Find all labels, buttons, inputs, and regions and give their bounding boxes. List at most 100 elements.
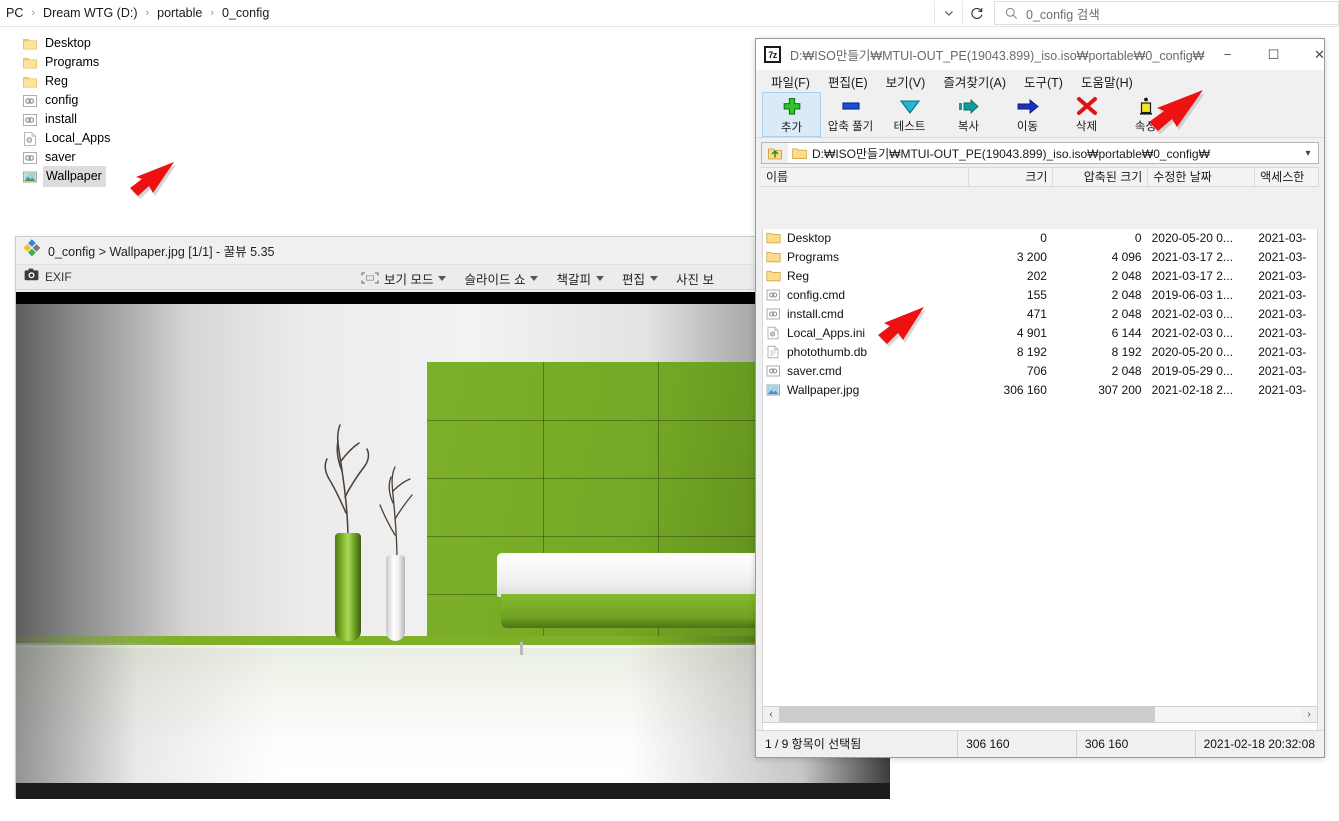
image-letterbox-bottom — [16, 783, 890, 799]
up-folder-icon[interactable] — [762, 143, 788, 163]
cmd-file-icon — [22, 112, 38, 128]
list-item[interactable]: Reg — [0, 72, 300, 91]
row-packed-size: 2 048 — [1111, 364, 1142, 378]
breadcrumb[interactable]: PC › Dream WTG (D:) › portable › 0_confi… — [0, 1, 273, 25]
bookmark-label: 책갈피 — [556, 272, 591, 287]
move-arrow-icon — [1015, 95, 1041, 117]
column-header-size[interactable]: 크기 — [969, 168, 1054, 186]
view-mode-button[interactable]: 보기 모드 — [361, 269, 447, 288]
scrollbar-track[interactable] — [779, 707, 1301, 722]
row-packed-size: 4 096 — [1111, 250, 1142, 264]
column-header-packed-size[interactable]: 압축된 크기 — [1053, 168, 1149, 186]
menu-item-edit[interactable]: 편집(E) — [819, 70, 877, 93]
row-name-cell: photothumb.db — [763, 343, 967, 362]
status-timestamp: 2021-02-18 20:32:08 — [1203, 736, 1315, 751]
refresh-icon[interactable] — [962, 1, 990, 25]
folder-icon — [766, 231, 782, 247]
address-bar-empty-space[interactable] — [273, 1, 934, 25]
list-item-wallpaper-selected[interactable]: Wallpaper — [0, 166, 300, 187]
menu-item-favorites[interactable]: 즐겨찾기(A) — [934, 70, 1015, 93]
row-name-cell: saver.cmd — [763, 362, 967, 381]
extract-button[interactable]: 압축 풀기 — [821, 92, 880, 137]
image-file-icon — [766, 383, 782, 399]
cmd-file-icon — [766, 288, 782, 304]
row-modified: 2021-03-17 2... — [1151, 269, 1233, 283]
move-button[interactable]: 이동 — [998, 92, 1057, 137]
breadcrumb-item-pc[interactable]: PC — [2, 4, 27, 22]
properties-button[interactable]: 속성 — [1116, 92, 1175, 137]
cmd-file-icon — [22, 150, 38, 166]
row-size: 202 — [1026, 269, 1047, 283]
folder-icon — [766, 250, 782, 266]
list-item[interactable]: install — [0, 110, 300, 129]
column-header-name[interactable]: 이름 — [761, 168, 969, 186]
list-item[interactable]: Programs — [0, 53, 300, 72]
menu-item-help[interactable]: 도움말(H) — [1072, 70, 1142, 93]
row-size: 706 — [1026, 364, 1047, 378]
table-row-wallpaper[interactable]: Wallpaper.jpg 306 160 307 200 2021-02-18… — [763, 381, 1317, 400]
row-modified: 2021-02-03 0... — [1151, 307, 1233, 321]
table-row[interactable]: Programs 3 200 4 096 2021-03-17 2... 202… — [763, 248, 1317, 267]
7z-icon: 7z — [764, 46, 781, 63]
menu-item-tools[interactable]: 도구(T) — [1015, 70, 1072, 93]
column-header-modified[interactable]: 수정한 날짜 — [1148, 168, 1256, 186]
table-row[interactable]: Desktop 0 0 2020-05-20 0... 2021-03- — [763, 229, 1317, 248]
photo-adjust-button[interactable]: 사진 보 — [676, 269, 714, 288]
folder-icon — [766, 269, 782, 285]
status-selection: 1 / 9 항목이 선택됨 — [757, 730, 959, 757]
sevenzip-title-bar[interactable]: 7z D:₩ISO만들기₩MTUI-OUT_PE(19043.899)_iso.… — [756, 39, 1325, 70]
table-row[interactable]: saver.cmd 706 2 048 2019-05-29 0... 2021… — [763, 362, 1317, 381]
row-size: 3 200 — [1016, 250, 1047, 264]
copy-button[interactable]: 복사 — [939, 92, 998, 137]
menu-item-view[interactable]: 보기(V) — [877, 70, 935, 93]
horizontal-scrollbar[interactable]: ‹ › — [762, 706, 1318, 723]
row-name-cell: Wallpaper.jpg — [763, 381, 967, 400]
maximize-button[interactable]: ☐ — [1250, 39, 1296, 70]
bookmark-button[interactable]: 책갈피 — [556, 269, 604, 288]
breadcrumb-item-drive[interactable]: Dream WTG (D:) — [39, 4, 141, 22]
scrollbar-thumb[interactable] — [779, 707, 1155, 722]
list-item[interactable]: config — [0, 91, 300, 110]
minimize-button[interactable]: − — [1204, 39, 1250, 70]
row-accessed: 2021-03- — [1258, 383, 1307, 397]
camera-icon — [24, 268, 39, 286]
scroll-left-arrow-icon[interactable]: ‹ — [763, 709, 779, 720]
sevenzip-file-list[interactable]: Desktop 0 0 2020-05-20 0... 2021-03- Pro… — [762, 229, 1318, 747]
sevenzip-address-bar[interactable]: D:₩ISO만들기₩MTUI-OUT_PE(19043.899)_iso.iso… — [761, 142, 1319, 164]
row-modified: 2021-02-03 0... — [1151, 326, 1233, 340]
breadcrumb-item-0config[interactable]: 0_config — [218, 4, 273, 22]
search-input[interactable]: 0_config 검색 — [994, 1, 1339, 25]
test-button[interactable]: 테스트 — [880, 92, 939, 137]
edit-label: 편집 — [621, 272, 645, 287]
add-button[interactable]: 추가 — [762, 92, 821, 137]
table-row[interactable]: config.cmd 155 2 048 2019-06-03 1... 202… — [763, 286, 1317, 305]
table-row[interactable]: photothumb.db 8 192 8 192 2020-05-20 0..… — [763, 343, 1317, 362]
exif-button[interactable]: EXIF — [24, 268, 72, 286]
copy-arrow-icon — [956, 95, 982, 117]
list-item[interactable]: saver — [0, 148, 300, 167]
row-name-cell: install.cmd — [763, 305, 967, 324]
row-modified: 2020-05-20 0... — [1151, 231, 1233, 245]
breadcrumb-item-portable[interactable]: portable — [153, 4, 206, 22]
scroll-right-arrow-icon[interactable]: › — [1301, 709, 1317, 720]
table-row[interactable]: install.cmd 471 2 048 2021-02-03 0... 20… — [763, 305, 1317, 324]
menu-item-file[interactable]: 파일(F) — [762, 70, 819, 93]
photo-adjust-label: 사진 보 — [676, 272, 714, 287]
list-item[interactable]: Desktop — [0, 34, 300, 53]
close-button[interactable]: ✕ — [1296, 39, 1339, 70]
row-modified: 2019-05-29 0... — [1151, 364, 1233, 378]
edit-button[interactable]: 편집 — [622, 269, 658, 288]
row-size: 0 — [1040, 231, 1047, 245]
row-name-text: Desktop — [787, 231, 832, 245]
list-item[interactable]: Local_Apps — [0, 129, 300, 148]
chevron-down-icon[interactable]: ▾ — [1298, 148, 1318, 159]
table-row[interactable]: Reg 202 2 048 2021-03-17 2... 2021-03- — [763, 267, 1317, 286]
list-item-label: Local_Apps — [45, 131, 111, 145]
slideshow-button[interactable]: 슬라이드 쇼 — [464, 269, 539, 288]
delete-button[interactable]: 삭제 — [1057, 92, 1116, 137]
add-label: 추가 — [780, 122, 803, 134]
column-header-accessed[interactable]: 액세스한 — [1255, 168, 1319, 186]
table-row[interactable]: Local_Apps.ini 4 901 6 144 2021-02-03 0.… — [763, 324, 1317, 343]
chevron-down-icon[interactable] — [934, 1, 962, 25]
row-name-text: config.cmd — [787, 288, 846, 302]
